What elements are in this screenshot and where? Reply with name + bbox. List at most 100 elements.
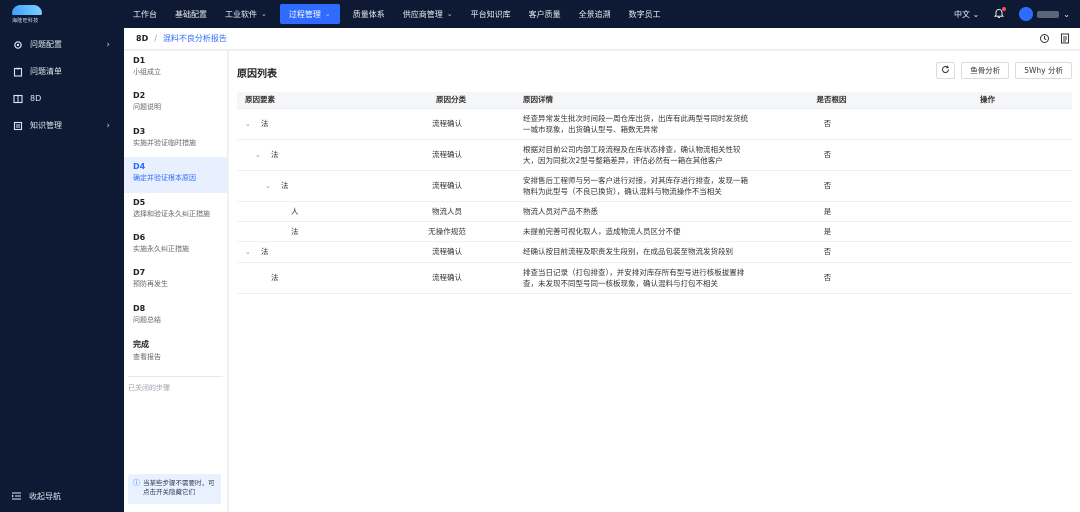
chevron-down-icon: ⌄ [324, 10, 331, 18]
expand-toggle-icon[interactable]: ⌄ [265, 181, 275, 192]
table-row[interactable]: 法 无操作规范 未提前完善可视化取人，造成物流人员区分不便是 [237, 221, 1072, 242]
cell-category: 物流人员 [387, 201, 515, 222]
sidebar: 问题配置 › 问题清单 8D 知识管理 › 收起导航 [0, 28, 124, 512]
expand-toggle-icon[interactable]: ⌄ [255, 150, 265, 161]
cell-factor: ⌄ 法 [237, 139, 387, 171]
top-nav: 海隆旺科技 工作台 基础配置 工业软件 ⌄ 过程管理 ⌄ 质量体系 供应商管理 ⌄ 平台知识库 客户… [0, 0, 1080, 28]
cell-actions [903, 221, 1072, 242]
step-item[interactable]: D8 问题总结 [124, 299, 227, 334]
cell-is-root: 否 [760, 241, 903, 263]
table-row[interactable]: ⌄ 法流程确认 根据对目前公司内部工段流程及在库状态排查，确认物流相关性较大，因为同… [237, 139, 1072, 171]
cause-table-body: ⌄ 法流程确认 经查异常发生批次时间段一周仓库出货，出库有此两型号同时发货统一城市现… [237, 108, 1072, 294]
nav-item-label: 工业软件 [225, 9, 257, 19]
fishbone-analysis-button[interactable]: 鱼骨分析 [961, 62, 1010, 79]
table-header-row: 原因要素 原因分类 原因详情 是否根因 操作 [237, 92, 1072, 109]
document-icon[interactable] [1060, 33, 1070, 46]
sidebar-item-problem-config[interactable]: 问题配置 › [0, 31, 124, 58]
closed-steps-label[interactable]: 已关闭的步骤 [124, 377, 227, 399]
step-item[interactable]: D6 实施永久纠正措施 [124, 228, 227, 263]
nav-item[interactable]: 全景追溯 [570, 0, 620, 28]
refresh-icon [941, 65, 950, 76]
factor-text: 法 [271, 273, 279, 282]
step-item[interactable]: D4 确定并验证根本原因 [124, 157, 227, 193]
cell-detail: 经确认按目前流程及职责发生段别，在成品包装至物流发货段别 [515, 241, 760, 263]
nav-item[interactable]: 客户质量 [520, 0, 570, 28]
table-row[interactable]: 法 流程确认 排查当日记录（打包排查），并安排对库存所有型号进行核板拔置排查，未发现… [237, 262, 1072, 294]
notification-bell-icon[interactable] [993, 7, 1007, 20]
factor-text: 法 [271, 149, 279, 159]
nav-item[interactable]: 质量体系 [344, 0, 394, 28]
expand-toggle-icon[interactable]: ⌄ [245, 119, 255, 130]
cell-factor: 法 [237, 221, 387, 242]
sidebar-item-problem-list[interactable]: 问题清单 [0, 58, 124, 85]
history-icon[interactable] [1039, 33, 1050, 46]
table-row[interactable]: ⌄ 法流程确认 经查异常发生批次时间段一周仓库出货，出库有此两型号同时发货统一城市现… [237, 108, 1072, 140]
nav-item-label: 过程管理 [288, 9, 321, 19]
nav-item-label: 数字员工 [628, 9, 661, 19]
table-row[interactable]: 人 物流人员 物流人员对产品不熟悉是 [237, 201, 1072, 222]
cell-is-root: 是 [760, 201, 903, 222]
cause-actions: 鱼骨分析 5Why 分析 [936, 62, 1072, 79]
cell-is-root: 否 [760, 262, 903, 294]
breadcrumb: 8D / 混料不良分析报告 [124, 28, 1080, 50]
nav-item-label: 平台知识库 [470, 9, 511, 19]
step-code: D5 [133, 197, 146, 207]
step-desc: 实施并验证临时措施 [133, 138, 196, 147]
refresh-button[interactable] [936, 62, 956, 79]
step-desc: 预防再发生 [133, 280, 168, 289]
step-item[interactable]: 完成 查看报告 [124, 334, 227, 369]
cell-is-root: 否 [760, 108, 903, 140]
step-item[interactable]: D5 选择和验证永久纠正措施 [124, 193, 227, 228]
step-item[interactable]: D2 问题说明 [124, 86, 227, 121]
table-row[interactable]: ⌄ 法流程确认 安排售后工程师与另一客户进行对接，对其库存进行排查，发现一箱物料为此… [237, 170, 1072, 202]
user-menu[interactable]: ⌄ [1019, 7, 1070, 21]
language-switch[interactable]: 中文 ⌄ [954, 9, 979, 20]
chevron-right-icon: › [106, 39, 110, 50]
sidebar-item-8d[interactable]: 8D [0, 85, 124, 112]
breadcrumb-root[interactable]: 8D [136, 34, 148, 43]
cell-detail: 根据对目前公司内部工段流程及在库状态排查，确认物流相关性较大，因为同批次2型号整… [515, 139, 760, 171]
logo-text: 海隆旺科技 [12, 17, 39, 24]
brand-logo[interactable]: 海隆旺科技 [0, 0, 124, 28]
factor-text: 人 [291, 206, 299, 216]
col-header-detail: 原因详情 [515, 92, 760, 109]
step-item[interactable]: D1 小组成立 [124, 51, 227, 86]
cell-detail: 未提前完善可视化取人，造成物流人员区分不便 [515, 221, 760, 242]
collapse-nav-button[interactable]: 收起导航 [12, 491, 61, 502]
expand-toggle-icon[interactable]: ⌄ [245, 247, 255, 258]
nav-item[interactable]: 平台知识库 [462, 0, 520, 28]
cell-detail: 物流人员对产品不熟悉 [515, 201, 760, 222]
nav-item-label: 客户质量 [528, 9, 561, 19]
nav-item[interactable]: 基础配置 [166, 0, 216, 28]
sidebar-item-knowledge[interactable]: 知识管理 › [0, 112, 124, 139]
breadcrumb-current: 混料不良分析报告 [162, 34, 227, 43]
hide-steps-hint: ⓘ 当某些步骤不需要时，可点击开关隐藏它们 [128, 474, 221, 504]
cell-actions [903, 170, 1072, 202]
collapse-menu-icon [12, 492, 21, 502]
step-code: D8 [133, 303, 146, 313]
steps-list: D1 小组成立 D2 问题说明 D3 实施并验证临时措施 D4 确定并验证根本原因 D5 选择和验… [124, 51, 227, 370]
five-why-analysis-button[interactable]: 5Why 分析 [1015, 62, 1072, 79]
step-code: D3 [133, 126, 146, 136]
nav-item[interactable]: 数字员工 [620, 0, 670, 28]
factor-text: 法 [261, 118, 269, 128]
cell-actions [903, 139, 1072, 171]
nav-item[interactable]: 供应商管理 ⌄ [394, 0, 462, 28]
step-item[interactable]: D3 实施并验证临时措施 [124, 122, 227, 157]
cell-category: 流程确认 [387, 139, 515, 171]
hint-text: 当某些步骤不需要时，可点击开关隐藏它们 [143, 479, 215, 496]
cell-category: 无操作规范 [387, 221, 515, 242]
sidebar-item-label: 问题清单 [30, 67, 62, 76]
step-code: D6 [133, 232, 146, 242]
step-code: D1 [133, 56, 146, 65]
nav-item-label: 全景追溯 [578, 9, 611, 19]
notification-dot [1002, 7, 1007, 11]
nav-item[interactable]: 过程管理 ⌄ [279, 4, 340, 24]
table-row[interactable]: ⌄ 法流程确认 经确认按目前流程及职责发生段别，在成品包装至物流发货段别否 [237, 241, 1072, 263]
cell-actions [903, 108, 1072, 140]
cell-category: 流程确认 [387, 170, 515, 202]
step-item[interactable]: D7 预防再发生 [124, 263, 227, 298]
nav-item[interactable]: 工作台 [124, 0, 166, 28]
nav-item[interactable]: 工业软件 ⌄ [216, 0, 276, 28]
step-code: D7 [133, 268, 146, 278]
